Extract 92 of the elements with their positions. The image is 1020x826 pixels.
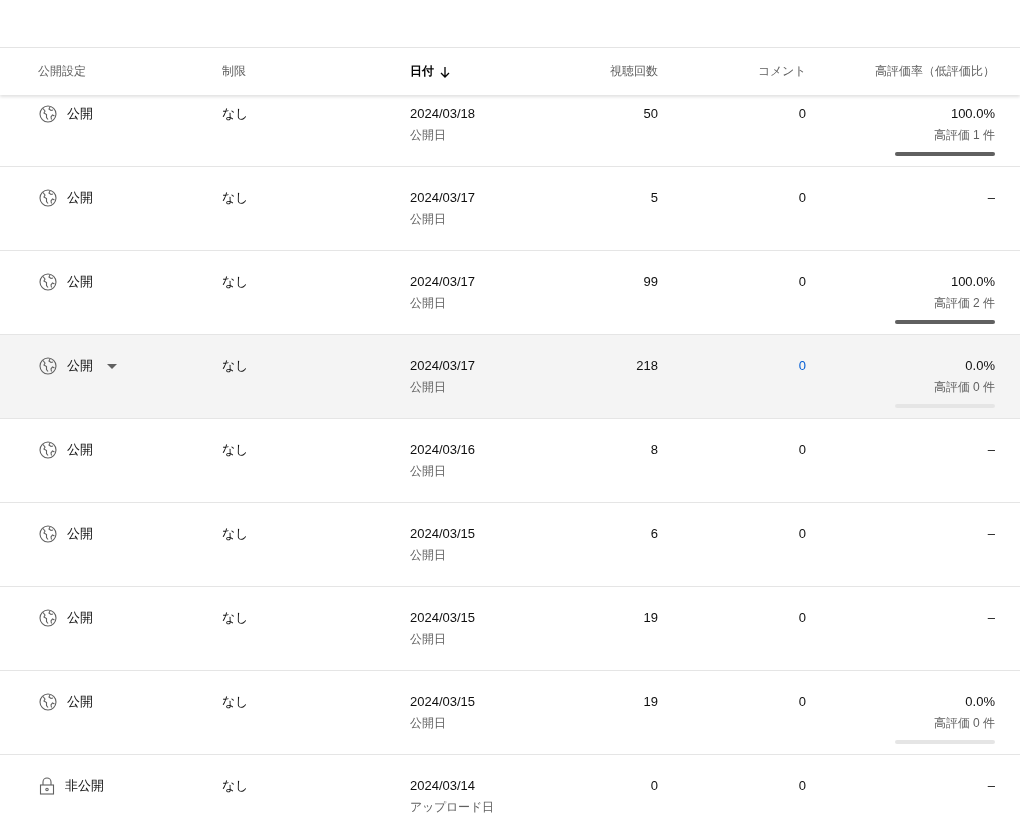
views-count: 19 [643, 609, 658, 627]
like-ratio-text: 100.0% [950, 273, 995, 291]
like-count-text: 高評価 0 件 [933, 379, 995, 396]
comments-count: 0 [798, 105, 806, 123]
globe-icon [39, 273, 57, 291]
like-ratio-text: 0.0% [965, 357, 995, 375]
column-header[interactable]: コメント [658, 63, 806, 80]
date-type-text: 公開日 [410, 631, 446, 648]
video-row[interactable]: 公開 なし 2024/03/15 公開日 19 0 – [0, 587, 1020, 671]
like-ratio-text: – [987, 777, 995, 795]
views-count: 0 [650, 777, 658, 795]
restriction-text: なし [222, 441, 248, 459]
globe-icon [39, 693, 57, 711]
visibility-label: 公開 [67, 441, 93, 459]
date-text: 2024/03/14 [410, 777, 476, 795]
date-type-text: 公開日 [410, 295, 446, 312]
video-row[interactable]: 公開 なし 2024/03/15 公開日 19 0 0.0% 高評価 0 件 [0, 671, 1020, 755]
video-row[interactable]: 公開 なし 2024/03/18 公開日 50 0 100.0% 高評価 1 件 [0, 95, 1020, 167]
date-type-text: 公開日 [410, 379, 446, 396]
date-text: 2024/03/18 [410, 105, 476, 123]
column-header[interactable]: 公開設定 [38, 63, 222, 80]
comments-count: 0 [798, 273, 806, 291]
date-type-text: 公開日 [410, 463, 446, 480]
views-count: 50 [643, 105, 658, 123]
column-header[interactable]: 制限 [222, 63, 410, 80]
lock-icon [39, 777, 55, 795]
globe-icon [39, 105, 57, 123]
comments-count: 0 [798, 693, 806, 711]
date-text: 2024/03/17 [410, 357, 476, 375]
globe-icon [39, 189, 57, 207]
comments-count: 0 [798, 189, 806, 207]
comments-link[interactable]: 0 [798, 357, 806, 375]
date-text: 2024/03/16 [410, 441, 476, 459]
like-ratio-text: 100.0% [950, 105, 995, 123]
comments-count: 0 [798, 777, 806, 795]
comments-count: 0 [798, 525, 806, 543]
visibility-label: 非公開 [65, 777, 104, 795]
visibility-label: 公開 [67, 525, 93, 543]
video-row[interactable]: 公開 なし 2024/03/15 公開日 6 0 – [0, 503, 1020, 587]
date-text: 2024/03/15 [410, 525, 476, 543]
date-type-text: 公開日 [410, 715, 446, 732]
globe-icon [39, 525, 57, 543]
restriction-text: なし [222, 777, 248, 795]
restriction-text: なし [222, 273, 248, 291]
views-count: 6 [650, 525, 658, 543]
visibility-label: 公開 [67, 189, 93, 207]
like-count-text: 高評価 2 件 [933, 295, 995, 312]
date-type-text: 公開日 [410, 127, 446, 144]
visibility-label: 公開 [67, 357, 93, 375]
views-count: 8 [650, 441, 658, 459]
like-ratio-text: – [987, 609, 995, 627]
restriction-text: なし [222, 693, 248, 711]
visibility-label: 公開 [67, 693, 93, 711]
date-text: 2024/03/15 [410, 609, 476, 627]
date-text: 2024/03/17 [410, 273, 476, 291]
sort-down-arrow-icon [440, 65, 450, 78]
views-count: 19 [643, 693, 658, 711]
date-text: 2024/03/17 [410, 189, 476, 207]
like-ratio-text: – [987, 441, 995, 459]
column-header[interactable]: 高評価率（低評価比） [806, 63, 995, 80]
date-type-text: アップロード日 [410, 799, 494, 816]
like-count-text: 高評価 1 件 [933, 127, 995, 144]
visibility-label: 公開 [67, 273, 93, 291]
date-type-text: 公開日 [410, 547, 446, 564]
like-count-text: 高評価 0 件 [933, 715, 995, 732]
comments-count: 0 [798, 441, 806, 459]
views-count: 5 [650, 189, 658, 207]
restriction-text: なし [222, 105, 248, 123]
date-type-text: 公開日 [410, 211, 446, 228]
video-row[interactable]: 公開 なし 2024/03/17 公開日 218 0 0.0% 高評価 0 件 [0, 335, 1020, 419]
like-ratio-text: – [987, 189, 995, 207]
video-row[interactable]: 公開 なし 2024/03/17 公開日 5 0 – [0, 167, 1020, 251]
like-ratio-text: – [987, 525, 995, 543]
video-row[interactable]: 公開 なし 2024/03/16 公開日 8 0 – [0, 419, 1020, 503]
restriction-text: なし [222, 189, 248, 207]
column-header[interactable]: 日付 [410, 63, 560, 80]
globe-icon [39, 357, 57, 375]
views-count: 99 [643, 273, 658, 291]
views-count: 218 [636, 357, 658, 375]
comments-count: 0 [798, 609, 806, 627]
globe-icon [39, 441, 57, 459]
restriction-text: なし [222, 609, 248, 627]
column-header[interactable]: 視聴回数 [560, 63, 658, 80]
visibility-label: 公開 [67, 609, 93, 627]
restriction-text: なし [222, 357, 248, 375]
like-ratio-text: 0.0% [965, 693, 995, 711]
date-text: 2024/03/15 [410, 693, 476, 711]
video-row[interactable]: 非公開 なし 2024/03/14 アップロード日 0 0 – [0, 755, 1020, 826]
visibility-label: 公開 [67, 105, 93, 123]
restriction-text: なし [222, 525, 248, 543]
globe-icon [39, 609, 57, 627]
dropdown-caret-icon[interactable] [107, 363, 117, 369]
